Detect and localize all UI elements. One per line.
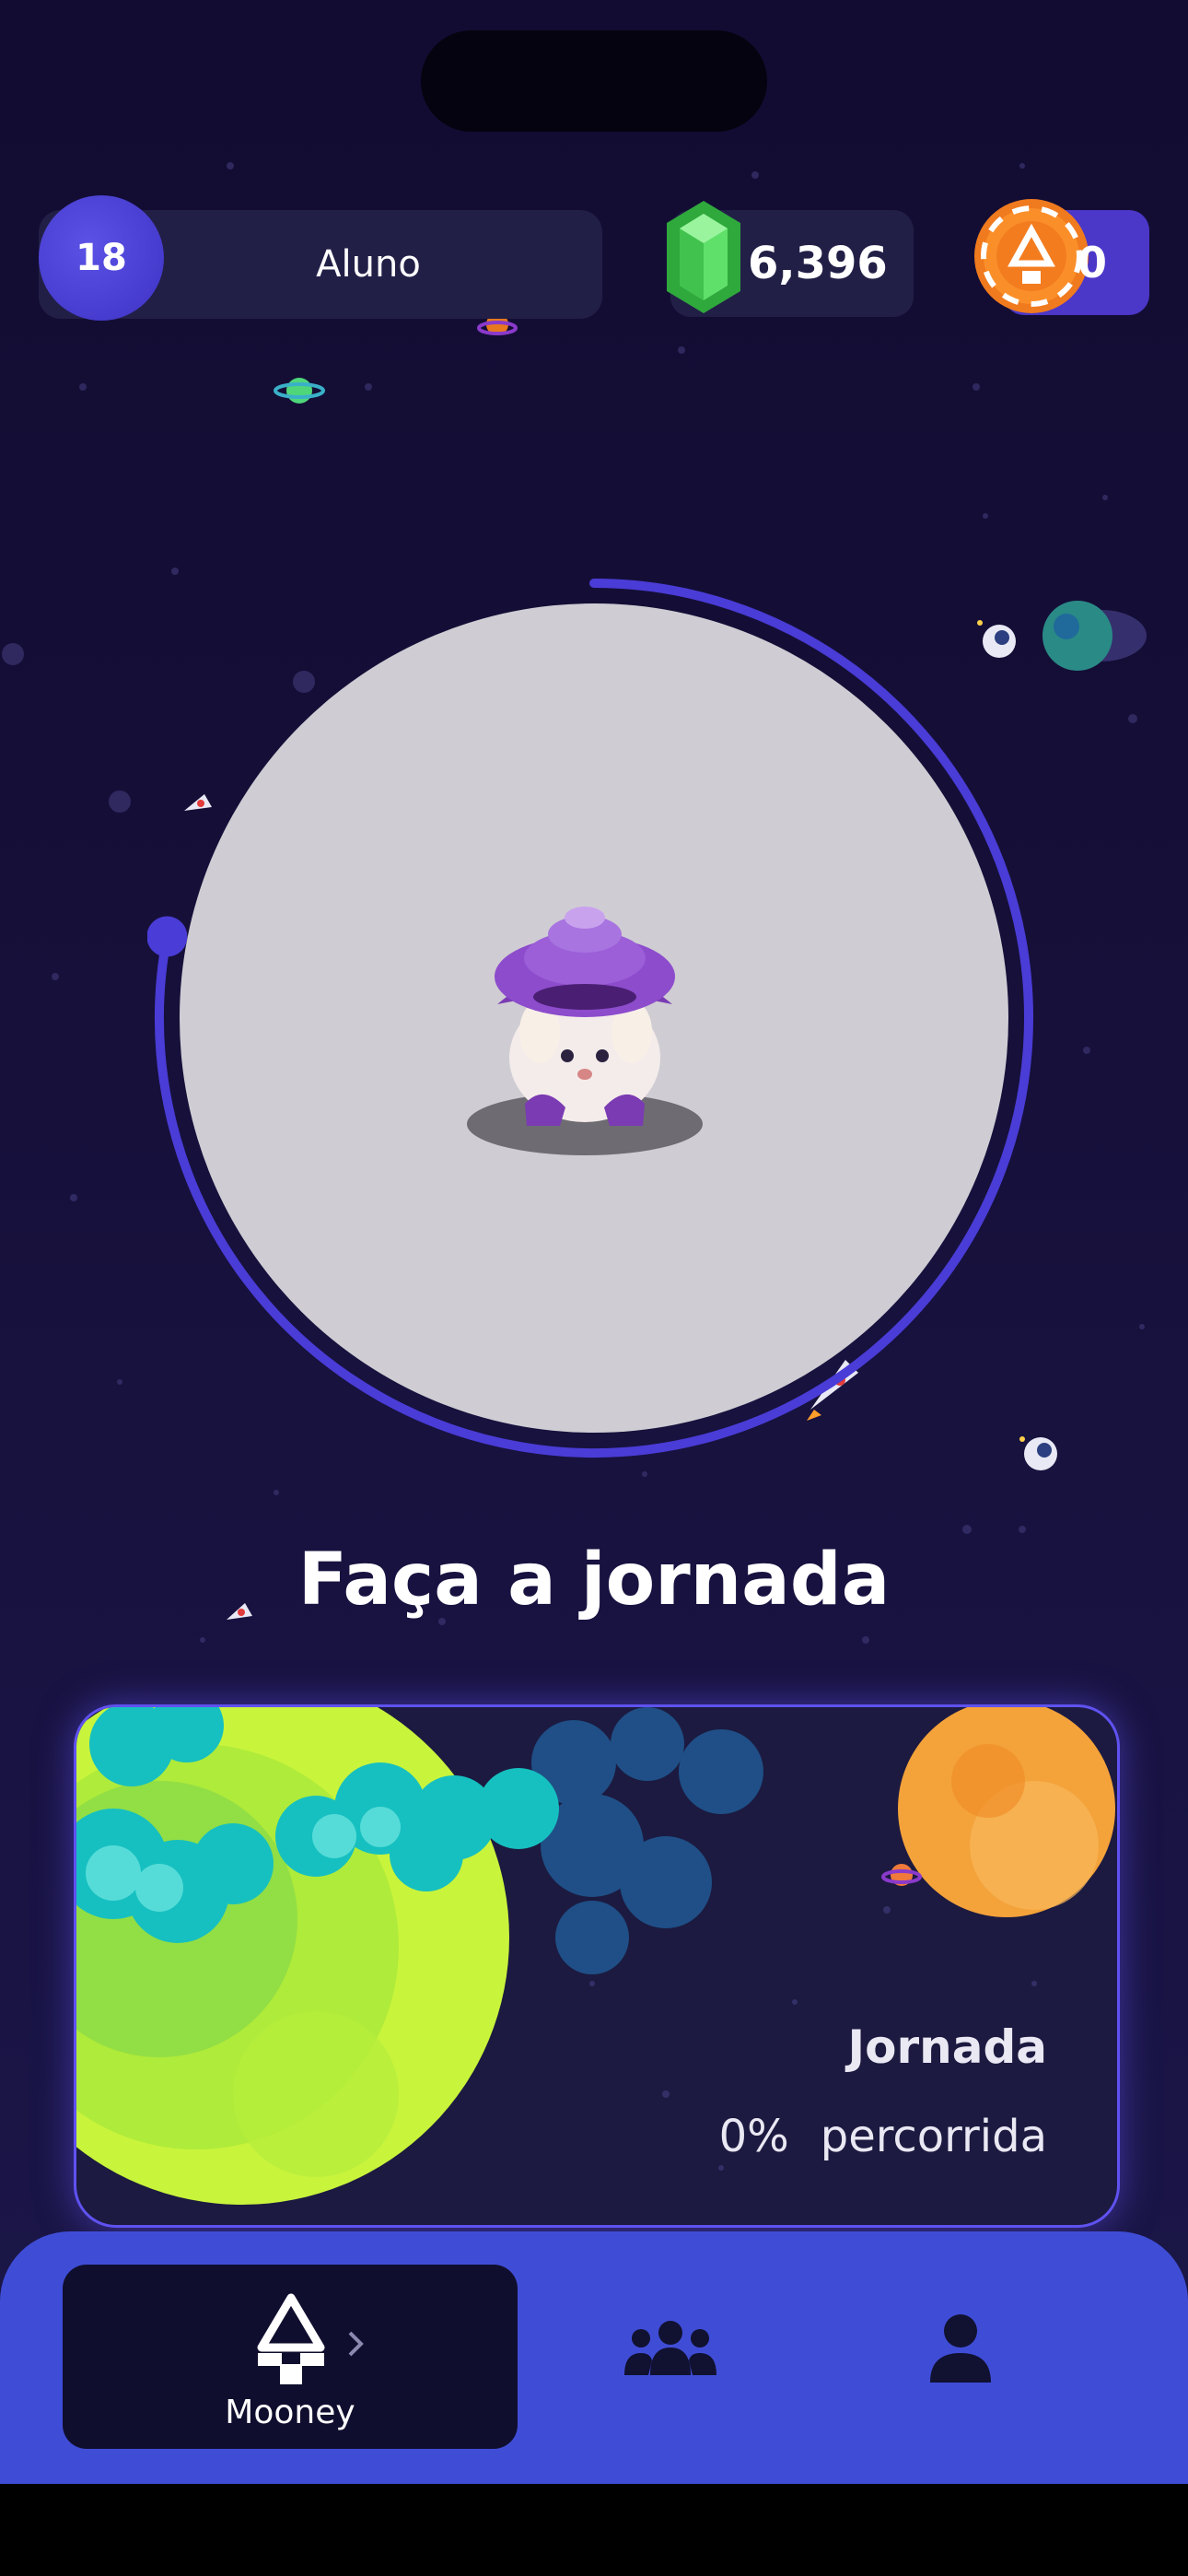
coin-count: 0 [1077,238,1108,287]
journey-progress-value: 0% [718,2111,789,2162]
chevron-right-icon [348,2331,364,2357]
small-planet-icon [274,378,325,404]
mascot-character-image [467,907,703,1155]
nav-item-mooney[interactable]: Mooney [63,2265,518,2449]
gem-count: 6,396 [748,238,888,289]
level-number: 18 [76,237,127,279]
coin-icon [974,199,1089,313]
journey-progress-word: percorrida [820,2111,1047,2162]
profile-icon[interactable] [928,2313,993,2383]
journey-progress-text: 0% percorrida [719,2111,1047,2162]
community-icon[interactable] [624,2320,716,2379]
app-screen: 18 Aluno 6,396 0 Faça a jornada Jornada … [0,0,1188,2576]
journey-heading: Faça a jornada [297,1539,891,1622]
journey-card-title: Jornada [847,2020,1047,2074]
role-label: Aluno [316,243,421,286]
mooney-logo-icon [257,2293,325,2384]
bottom-navigation: Mooney [0,2231,1188,2484]
system-bottom-bar [0,2484,1188,2576]
gem-icon [667,201,740,313]
nav-item-label: Mooney [225,2394,355,2431]
journey-card[interactable]: Jornada 0% percorrida [74,1704,1120,2228]
device-notch [421,30,767,132]
level-badge[interactable]: 18 [39,195,164,321]
earth-planet-icon [1042,601,1147,671]
journey-progress-knob [147,916,188,957]
